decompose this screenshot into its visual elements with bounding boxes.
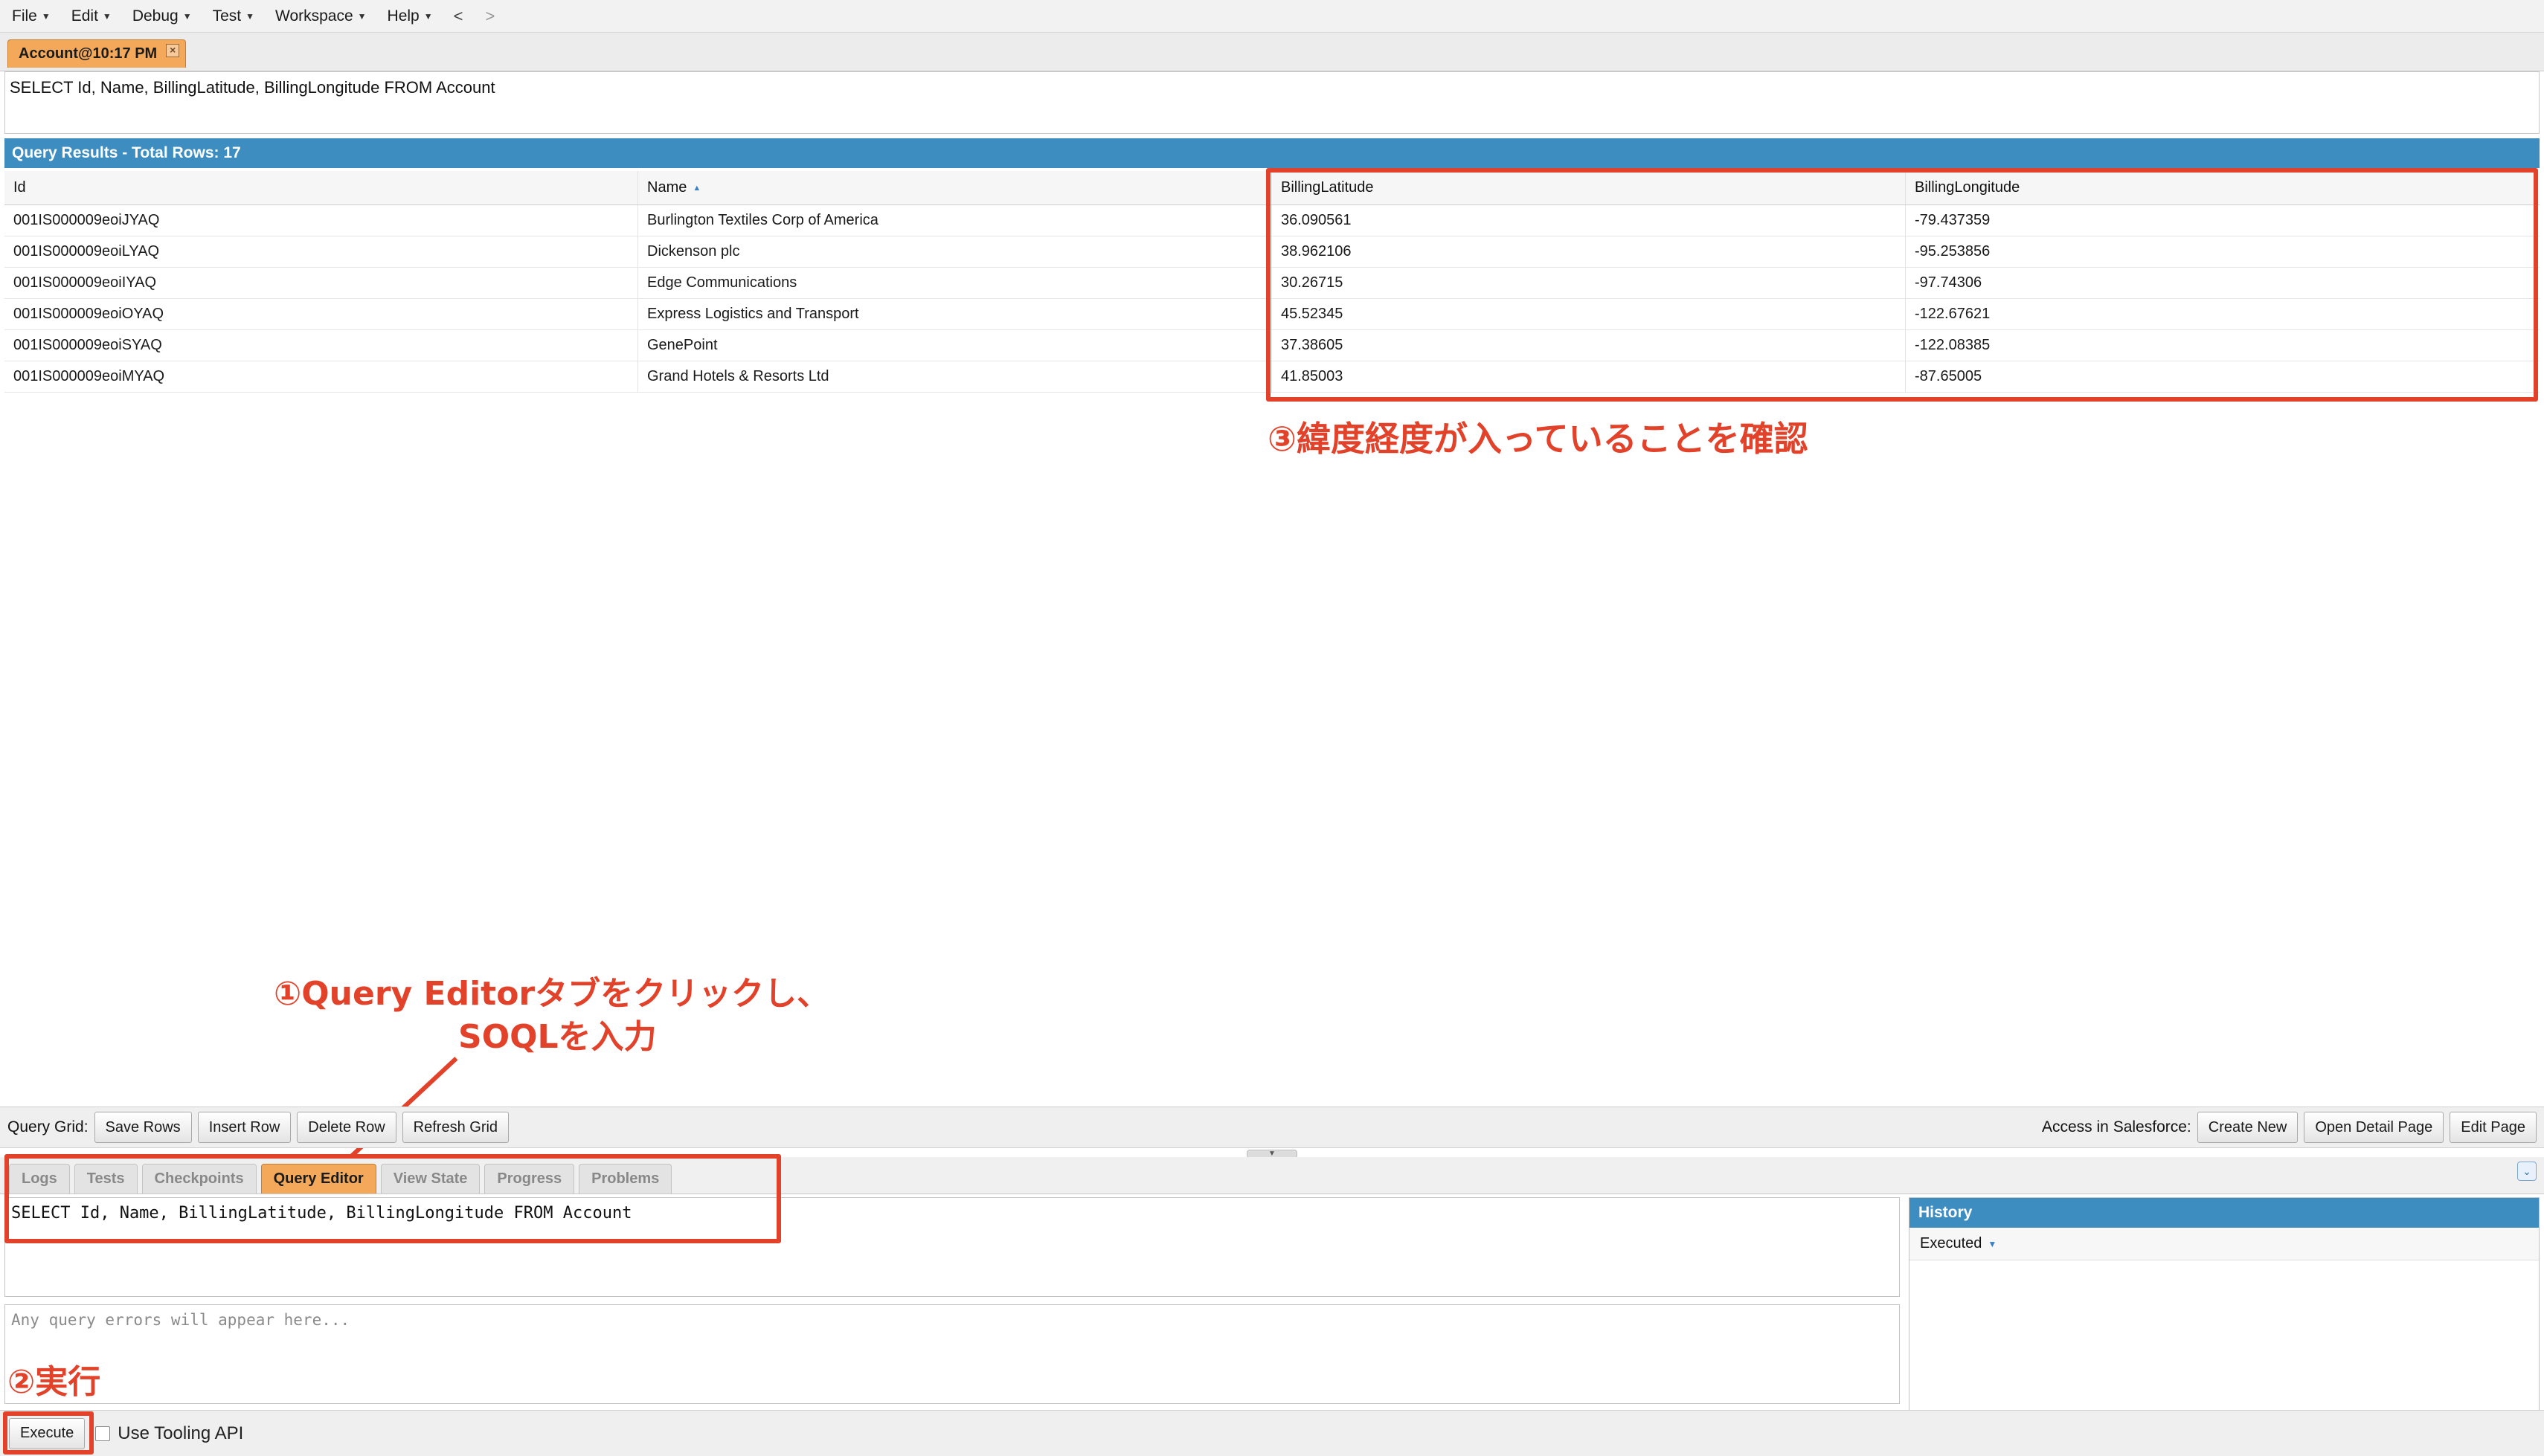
create-new-button[interactable]: Create New bbox=[2197, 1112, 2299, 1143]
cell-id: 001IS000009eoiSYAQ bbox=[4, 330, 638, 361]
annotation-step1-line1: ①Query Editorタブをクリックし、 bbox=[274, 975, 830, 1013]
file-tab-strip: Account@10:17 PM × bbox=[0, 33, 2544, 71]
query-grid-toolbar: Query Grid: Save Rows Insert Row Delete … bbox=[0, 1107, 2544, 1148]
cell-name: Grand Hotels & Resorts Ltd bbox=[638, 361, 1272, 392]
menu-edit[interactable]: Edit ▼ bbox=[71, 7, 112, 25]
execute-bar: Execute Use Tooling API bbox=[0, 1410, 2544, 1456]
cell-id: 001IS000009eoiJYAQ bbox=[4, 205, 638, 236]
delete-row-button[interactable]: Delete Row bbox=[297, 1112, 396, 1143]
annotation-box-lat-long bbox=[1266, 168, 2538, 402]
insert-row-button[interactable]: Insert Row bbox=[197, 1112, 292, 1143]
file-tab-account[interactable]: Account@10:17 PM × bbox=[7, 39, 187, 68]
column-header-id[interactable]: Id bbox=[4, 171, 638, 204]
cell-name: Express Logistics and Transport bbox=[638, 299, 1272, 329]
edit-page-button[interactable]: Edit Page bbox=[2450, 1112, 2537, 1143]
annotation-box-query-editor bbox=[4, 1154, 781, 1243]
back-arrow-icon[interactable]: < bbox=[454, 7, 463, 26]
column-header-label: Id bbox=[13, 179, 26, 196]
menu-debug[interactable]: Debug ▼ bbox=[132, 7, 192, 25]
annotation-step1-line2: SOQLを入力 bbox=[458, 1018, 657, 1056]
history-title: History bbox=[1909, 1198, 2539, 1228]
use-tooling-api-checkbox[interactable] bbox=[95, 1426, 111, 1441]
column-header-name[interactable]: Name ▲ bbox=[638, 171, 1272, 204]
chevron-down-icon: ▼ bbox=[357, 10, 367, 22]
salesforce-access-group: Access in Salesforce: Create New Open De… bbox=[2042, 1112, 2537, 1143]
refresh-grid-button[interactable]: Refresh Grid bbox=[402, 1112, 510, 1143]
chevron-down-icon: ▼ bbox=[102, 10, 112, 22]
cell-id: 001IS000009eoiLYAQ bbox=[4, 236, 638, 267]
query-display: SELECT Id, Name, BillingLatitude, Billin… bbox=[4, 71, 2540, 134]
chevron-down-icon: ▼ bbox=[245, 10, 254, 22]
chevron-down-icon: ▼ bbox=[423, 10, 433, 22]
sort-descending-icon: ▼ bbox=[1988, 1238, 1997, 1249]
query-errors-area: Any query errors will appear here... bbox=[4, 1304, 1900, 1404]
cell-name: GenePoint bbox=[638, 330, 1272, 361]
menu-help-label: Help bbox=[387, 7, 420, 25]
forward-arrow-icon[interactable]: > bbox=[486, 7, 495, 26]
menu-file[interactable]: File ▼ bbox=[12, 7, 51, 25]
chevron-down-icon: ▼ bbox=[41, 10, 51, 22]
query-grid-label: Query Grid: bbox=[7, 1118, 89, 1136]
cell-name: Edge Communications bbox=[638, 268, 1272, 298]
cell-id: 001IS000009eoiMYAQ bbox=[4, 361, 638, 392]
cell-name: Dickenson plc bbox=[638, 236, 1272, 267]
file-tab-label: Account@10:17 PM bbox=[19, 45, 158, 62]
menu-file-label: File bbox=[12, 7, 37, 25]
cell-id: 001IS000009eoiOYAQ bbox=[4, 299, 638, 329]
use-tooling-api-label: Use Tooling API bbox=[118, 1423, 244, 1443]
chevron-down-icon: ▼ bbox=[182, 10, 192, 22]
cell-id: 001IS000009eoiIYAQ bbox=[4, 268, 638, 298]
menu-test-label: Test bbox=[212, 7, 242, 25]
history-panel: History Executed ▼ bbox=[1909, 1197, 2540, 1414]
menu-workspace-label: Workspace bbox=[275, 7, 353, 25]
close-icon[interactable]: × bbox=[166, 44, 180, 57]
open-detail-page-button[interactable]: Open Detail Page bbox=[2304, 1112, 2444, 1143]
history-column-executed[interactable]: Executed ▼ bbox=[1909, 1228, 2539, 1260]
annotation-step3: ③緯度経度が入っていることを確認 bbox=[1268, 419, 1808, 459]
menu-bar: File ▼ Edit ▼ Debug ▼ Test ▼ Workspace ▼ Help… bbox=[0, 0, 2544, 33]
menu-debug-label: Debug bbox=[132, 7, 179, 25]
column-header-label: Name bbox=[647, 179, 687, 196]
annotation-box-execute bbox=[3, 1411, 94, 1455]
cell-name: Burlington Textiles Corp of America bbox=[638, 205, 1272, 236]
save-rows-button[interactable]: Save Rows bbox=[94, 1112, 192, 1143]
menu-edit-label: Edit bbox=[71, 7, 98, 25]
menu-help[interactable]: Help ▼ bbox=[388, 7, 433, 25]
menu-workspace[interactable]: Workspace ▼ bbox=[275, 7, 367, 25]
menu-test[interactable]: Test ▼ bbox=[213, 7, 254, 25]
history-column-label: Executed bbox=[1920, 1235, 1982, 1252]
sort-ascending-icon: ▲ bbox=[693, 183, 701, 193]
access-in-salesforce-label: Access in Salesforce: bbox=[2042, 1118, 2191, 1136]
annotation-step2: ②実行 bbox=[7, 1363, 101, 1401]
collapse-panel-icon[interactable]: ⌄ bbox=[2517, 1162, 2537, 1181]
results-header: Query Results - Total Rows: 17 bbox=[4, 138, 2540, 168]
